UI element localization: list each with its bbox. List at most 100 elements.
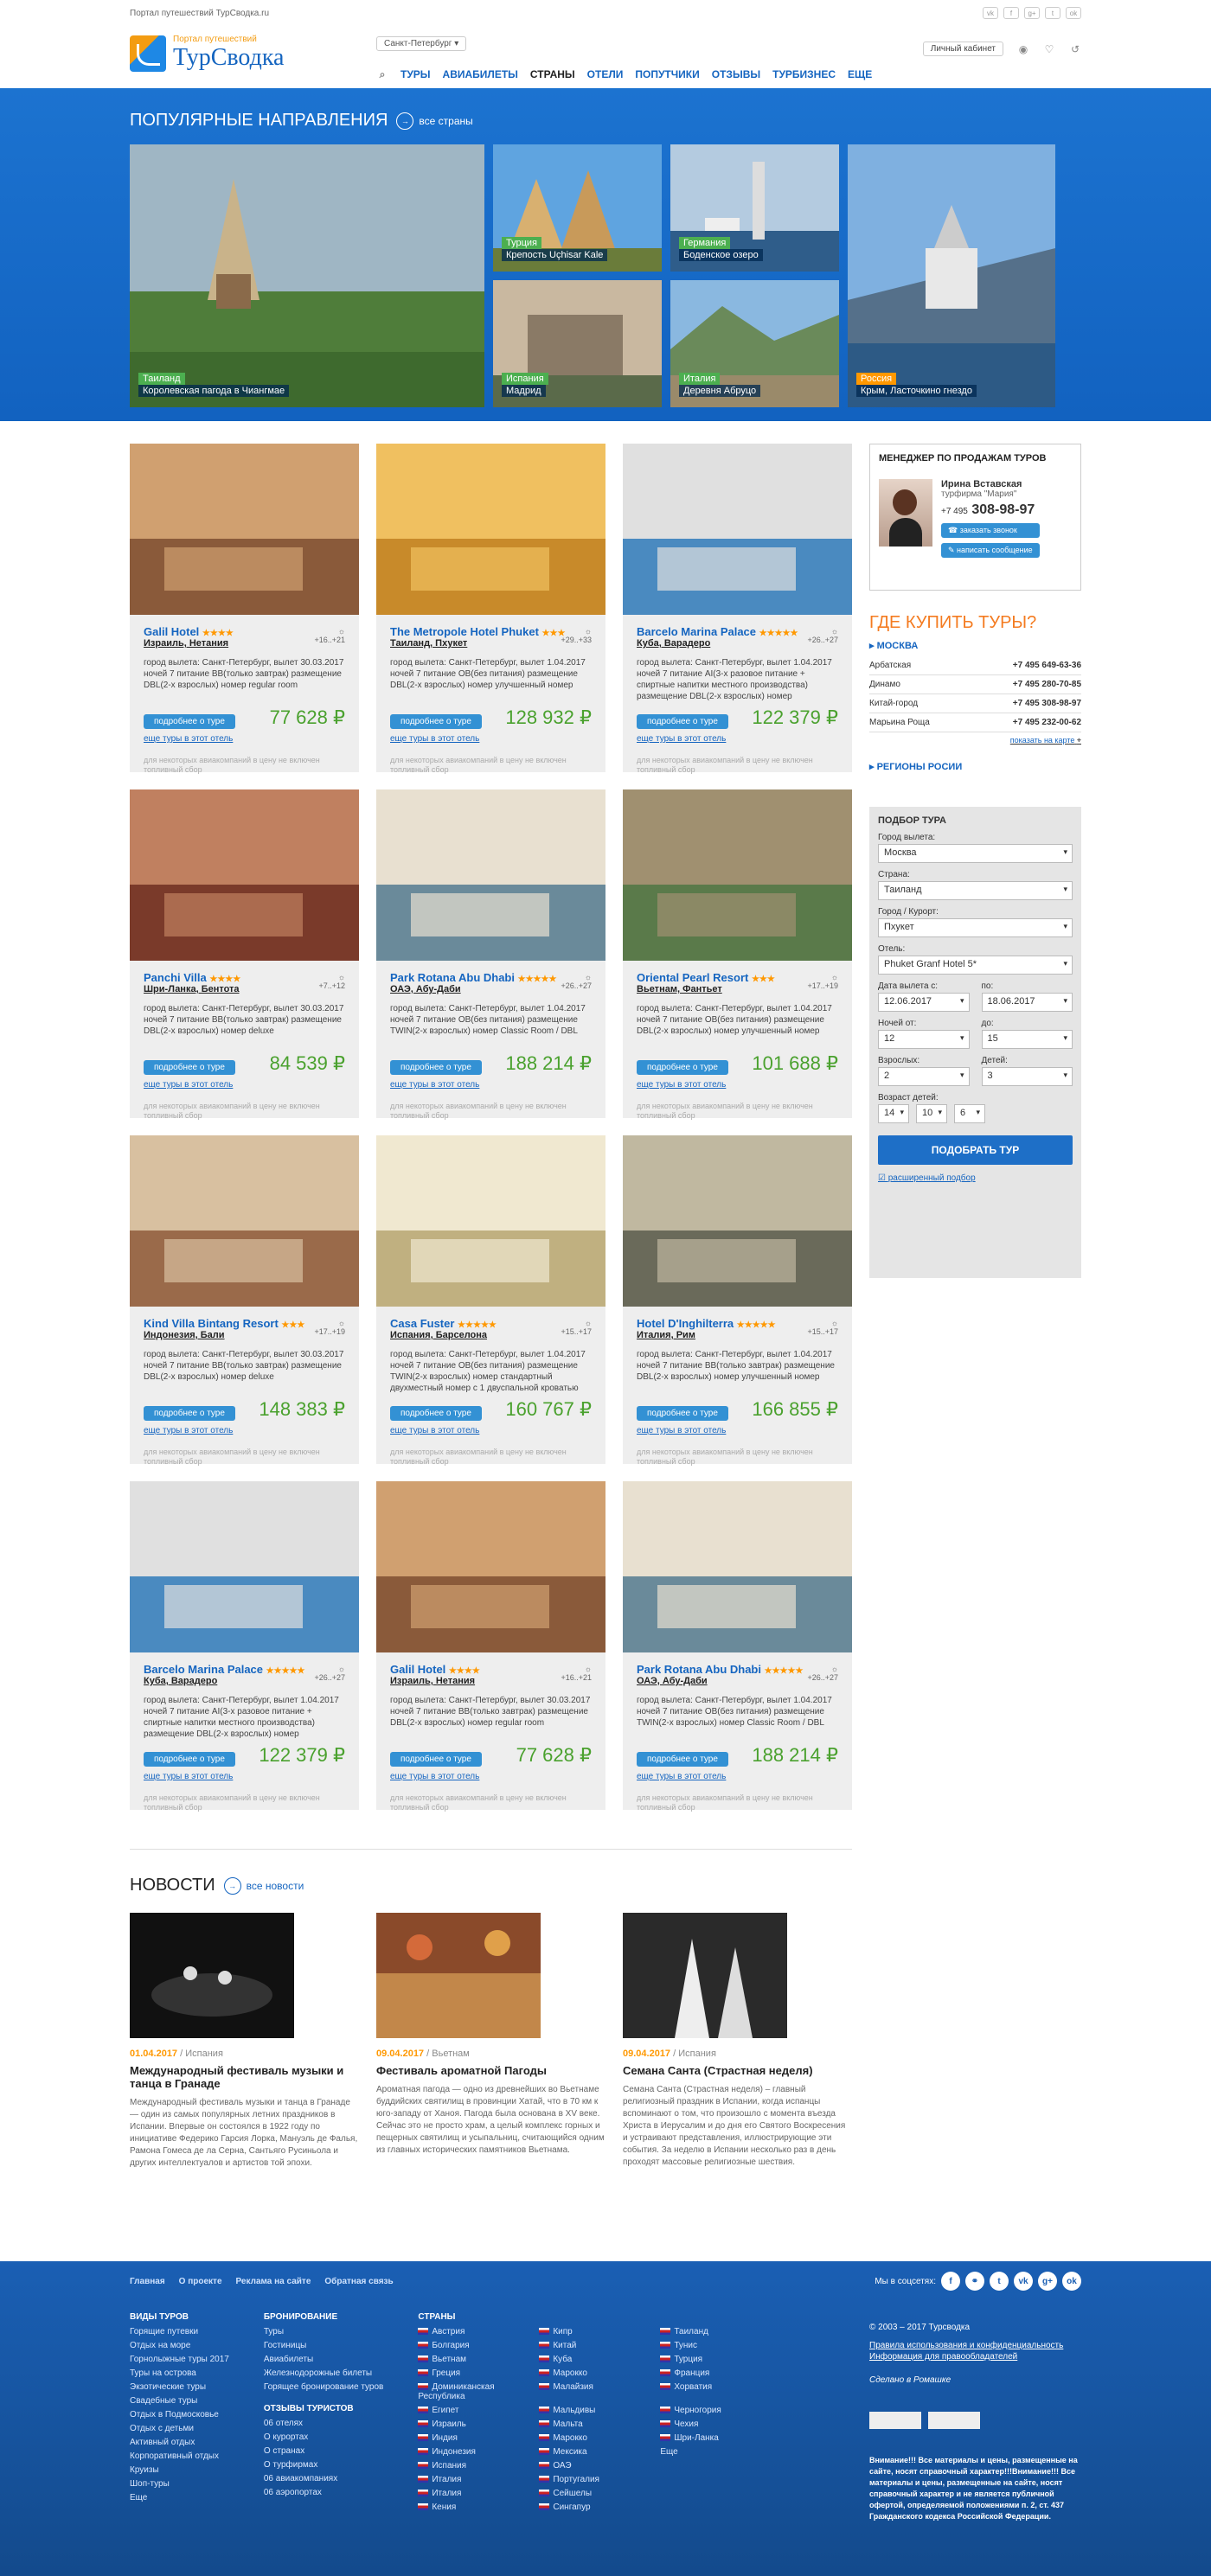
footer-country-link[interactable]: Индонезия <box>418 2447 539 2457</box>
nav-business[interactable]: Турбизнес <box>772 68 836 80</box>
hotel-photo[interactable] <box>623 789 852 961</box>
tw-icon[interactable]: t <box>990 2272 1009 2291</box>
search-icon[interactable]: ⌕ <box>376 68 388 80</box>
hotel-photo[interactable] <box>623 1135 852 1307</box>
footer-country-link[interactable]: Индия <box>418 2433 539 2443</box>
footer-country-link[interactable]: Тунис <box>660 2341 781 2350</box>
footer-link[interactable]: Экзотические туры <box>130 2382 229 2392</box>
hotel-name[interactable]: Hotel D'Inghilterra <box>637 1317 734 1330</box>
footer-country-link[interactable]: Вьетнам <box>418 2355 539 2364</box>
regions-link[interactable]: ▸ РЕГИОНЫ РОСИИ <box>869 761 1081 772</box>
tour-details-button[interactable]: подробнее о туре <box>144 1406 235 1421</box>
footer-country-link[interactable]: Испания <box>418 2461 539 2471</box>
hotel-photo[interactable] <box>130 1481 359 1652</box>
hotel-location[interactable]: Шри-Ланка, Бентота <box>144 984 345 994</box>
nav-more[interactable]: Еще <box>848 68 872 80</box>
tw-icon[interactable]: t <box>1045 7 1060 19</box>
hotel-card[interactable]: ☼ +26..+27 Park Rotana Abu Dhabi ★★★★★ ОА… <box>376 789 606 1120</box>
destination-tile[interactable]: Италия Деревня Абруцо <box>670 280 839 407</box>
footer-link[interactable]: Шоп-туры <box>130 2479 229 2489</box>
hotel-card[interactable]: ☼ +26..+27 Park Rotana Abu Dhabi ★★★★★ ОА… <box>623 1481 852 1812</box>
resort-select[interactable]: Пхукет <box>878 918 1073 937</box>
more-tours-link[interactable]: еще туры в этот отель <box>390 734 592 744</box>
footer-country-link[interactable]: Марокко <box>539 2433 660 2443</box>
footer-link[interactable]: Горнолыжные туры 2017 <box>130 2355 229 2364</box>
heart-icon[interactable]: ♡ <box>1043 43 1055 55</box>
footer-link[interactable]: Туры на острова <box>130 2368 229 2378</box>
footer-country-link[interactable]: Мальдивы <box>539 2406 660 2415</box>
footer-link[interactable]: О курортах <box>264 2432 384 2442</box>
hotel-name[interactable]: Panchi Villa <box>144 971 207 984</box>
footer-link[interactable]: О турфирмах <box>264 2460 384 2470</box>
news-item[interactable]: 09.04.2017 / Вьетнам Фестиваль ароматной… <box>376 1913 606 2170</box>
footer-link[interactable]: 06 аэропортах <box>264 2488 384 2497</box>
call-button[interactable]: ☎ заказать звонок <box>941 523 1040 538</box>
tour-details-button[interactable]: подробнее о туре <box>144 1752 235 1767</box>
footer-country-link[interactable]: Марокко <box>539 2368 660 2378</box>
hotel-name[interactable]: Barcelo Marina Palace <box>637 625 756 638</box>
footer-link[interactable]: Железнодорожные билеты <box>264 2368 384 2378</box>
hotel-card[interactable]: ☼ +26..+27 Barcelo Marina Palace ★★★★★ Ку… <box>623 444 852 774</box>
hotel-card[interactable]: ☼ +29..+33 The Metropole Hotel Phuket ★★★… <box>376 444 606 774</box>
more-tours-link[interactable]: еще туры в этот отель <box>144 1426 345 1435</box>
gplus-icon[interactable]: g+ <box>1024 7 1040 19</box>
more-tours-link[interactable]: еще туры в этот отель <box>144 734 345 744</box>
vk-icon[interactable]: vk <box>983 7 998 19</box>
news-item[interactable]: 09.04.2017 / Испания Семана Санта (Страс… <box>623 1913 852 2170</box>
nav-tours[interactable]: Туры <box>400 68 431 80</box>
vk-icon[interactable]: vk <box>1014 2272 1033 2291</box>
footer-link[interactable]: Гостиницы <box>264 2341 384 2350</box>
hotel-name[interactable]: Park Rotana Abu Dhabi <box>390 971 515 984</box>
hotel-photo[interactable] <box>376 1481 606 1652</box>
all-countries-link[interactable]: → все страны <box>396 112 473 130</box>
tour-details-button[interactable]: подробнее о туре <box>390 1060 482 1075</box>
footer-country-link[interactable]: Сингапур <box>539 2502 660 2512</box>
nav-countries[interactable]: Страны <box>530 68 575 80</box>
hotel-card[interactable]: ☼ +26..+27 Barcelo Marina Palace ★★★★★ Ку… <box>130 1481 359 1812</box>
nav-hotels[interactable]: Отели <box>587 68 624 80</box>
footer-country-link[interactable] <box>660 2475 781 2484</box>
hotel-photo[interactable] <box>623 444 852 615</box>
child-age-2[interactable]: 10 <box>916 1104 947 1123</box>
children-select[interactable]: 3 <box>981 1067 1073 1086</box>
footer-nav-about[interactable]: О проекте <box>179 2277 222 2286</box>
footer-country-link[interactable]: Кипр <box>539 2327 660 2336</box>
footer-link[interactable]: Горящее бронирование туров <box>264 2382 384 2392</box>
fb-icon[interactable]: f <box>941 2272 960 2291</box>
more-tours-link[interactable]: еще туры в этот отель <box>637 1080 838 1090</box>
hotel-card[interactable]: ☼ +16..+21 Galil Hotel ★★★★ Израиль, Нета… <box>130 444 359 774</box>
find-tour-button[interactable]: Подобрать тур <box>878 1135 1073 1165</box>
logo[interactable]: Портал путешествий ТурСводка <box>130 35 376 72</box>
footer-nav-feedback[interactable]: Обратная связь <box>324 2277 393 2286</box>
hotel-name[interactable]: Oriental Pearl Resort <box>637 971 748 984</box>
tour-details-button[interactable]: подробнее о туре <box>390 1406 482 1421</box>
ok-icon[interactable]: ok <box>1066 7 1081 19</box>
more-tours-link[interactable]: еще туры в этот отель <box>390 1080 592 1090</box>
more-tours-link[interactable]: еще туры в этот отель <box>144 1772 345 1781</box>
child-age-1[interactable]: 14 <box>878 1104 909 1123</box>
hotel-name[interactable]: The Metropole Hotel Phuket <box>390 625 539 638</box>
tour-details-button[interactable]: подробнее о туре <box>144 1060 235 1075</box>
hotel-name[interactable]: Galil Hotel <box>390 1663 445 1676</box>
country-select[interactable]: Таиланд <box>878 881 1073 900</box>
news-item[interactable]: 01.04.2017 / Испания Международный фести… <box>130 1913 359 2170</box>
footer-country-link[interactable]: Турция <box>660 2355 781 2364</box>
footer-country-link[interactable]: Италия <box>418 2489 539 2498</box>
footer-country-link[interactable]: Еще <box>660 2447 781 2457</box>
footer-link[interactable]: Отдых на море <box>130 2341 229 2350</box>
tour-details-button[interactable]: подробнее о туре <box>637 1060 728 1075</box>
eye-icon[interactable]: ◉ <box>1017 43 1029 55</box>
more-tours-link[interactable]: еще туры в этот отель <box>637 1426 838 1435</box>
city-moscow[interactable]: ▸ МОСКВА <box>869 640 1081 651</box>
hotel-photo[interactable] <box>376 1135 606 1307</box>
tour-details-button[interactable]: подробнее о туре <box>637 714 728 729</box>
footer-country-link[interactable]: Куба <box>539 2355 660 2364</box>
footer-country-link[interactable]: Мексика <box>539 2447 660 2457</box>
hotel-name[interactable]: Casa Fuster <box>390 1317 454 1330</box>
history-icon[interactable]: ↺ <box>1069 43 1081 55</box>
adults-select[interactable]: 2 <box>878 1067 970 1086</box>
hotel-photo[interactable] <box>130 1135 359 1307</box>
nights-from[interactable]: 12 <box>878 1030 970 1049</box>
hotel-photo[interactable] <box>376 789 606 961</box>
nav-avia[interactable]: Авиабилеты <box>443 68 518 80</box>
